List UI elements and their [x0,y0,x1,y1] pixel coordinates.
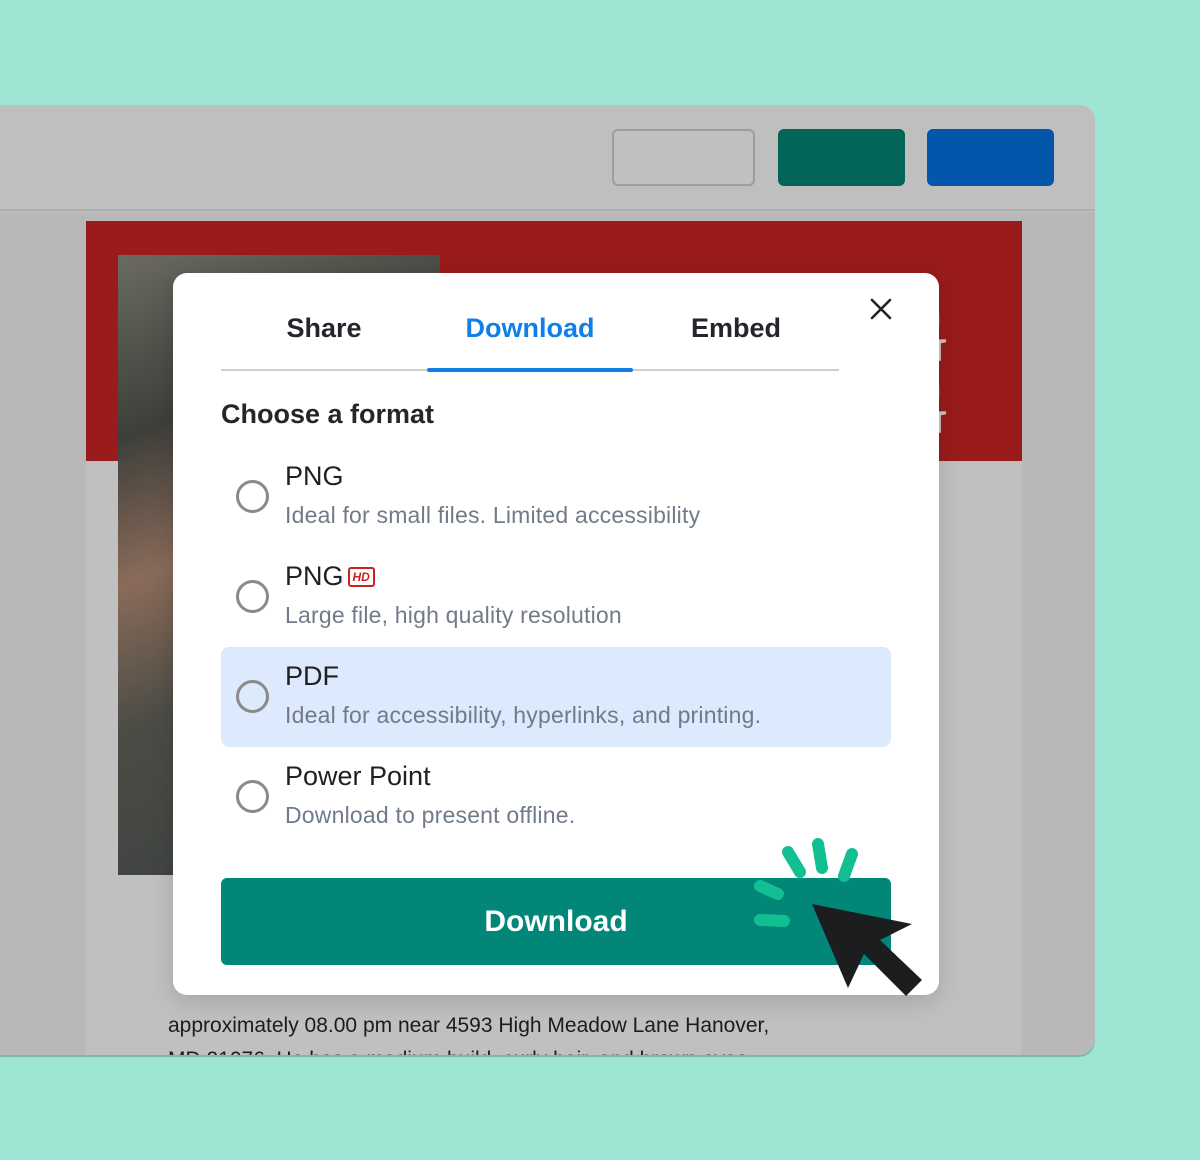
option-title-text: Power Point [285,761,431,791]
radio-button[interactable] [236,580,269,613]
format-option-png-hd[interactable]: PNG HD Large file, high quality resoluti… [221,547,891,647]
toolbar-green-button[interactable] [778,129,905,186]
toolbar-secondary-button[interactable] [612,129,755,186]
download-button[interactable]: Download [221,878,891,965]
format-option-png[interactable]: PNG Ideal for small files. Limited acces… [221,447,891,547]
hd-badge: HD [347,566,375,587]
option-title-text: PNG [285,461,344,491]
option-title-text: PDF [285,661,339,691]
toolbar [0,105,1095,211]
poster-line-2: MD 21076. He has a medium build, curly h… [168,1043,948,1055]
tab-bar: Share Download Embed [221,303,839,372]
option-description: Ideal for accessibility, hyperlinks, and… [285,702,762,728]
radio-button[interactable] [236,780,269,813]
option-title: PNG HD [285,561,375,592]
download-modal: Share Download Embed Choose a format PNG… [173,273,939,995]
close-button[interactable] [867,295,895,323]
tab-share[interactable]: Share [221,303,427,369]
close-icon [870,298,892,320]
option-title: Power Point [285,761,431,792]
option-title-text: PNG [285,561,344,591]
format-options: PNG Ideal for small files. Limited acces… [221,447,891,847]
option-title: PDF [285,661,339,692]
tab-embed[interactable]: Embed [633,303,839,369]
toolbar-blue-button[interactable] [927,129,1054,186]
poster-line-1: approximately 08.00 pm near 4593 High Me… [168,1014,770,1037]
section-title: Choose a format [221,399,435,429]
tab-download[interactable]: Download [427,303,633,372]
option-description: Ideal for small files. Limited accessibi… [285,502,701,528]
format-option-powerpoint[interactable]: Power Point Download to present offline. [221,747,891,847]
option-title: PNG [285,461,344,492]
radio-button[interactable] [236,480,269,513]
option-description: Large file, high quality resolution [285,602,622,628]
option-description: Download to present offline. [285,802,576,828]
format-option-pdf[interactable]: PDF Ideal for accessibility, hyperlinks,… [221,647,891,747]
radio-button[interactable] [236,680,269,713]
